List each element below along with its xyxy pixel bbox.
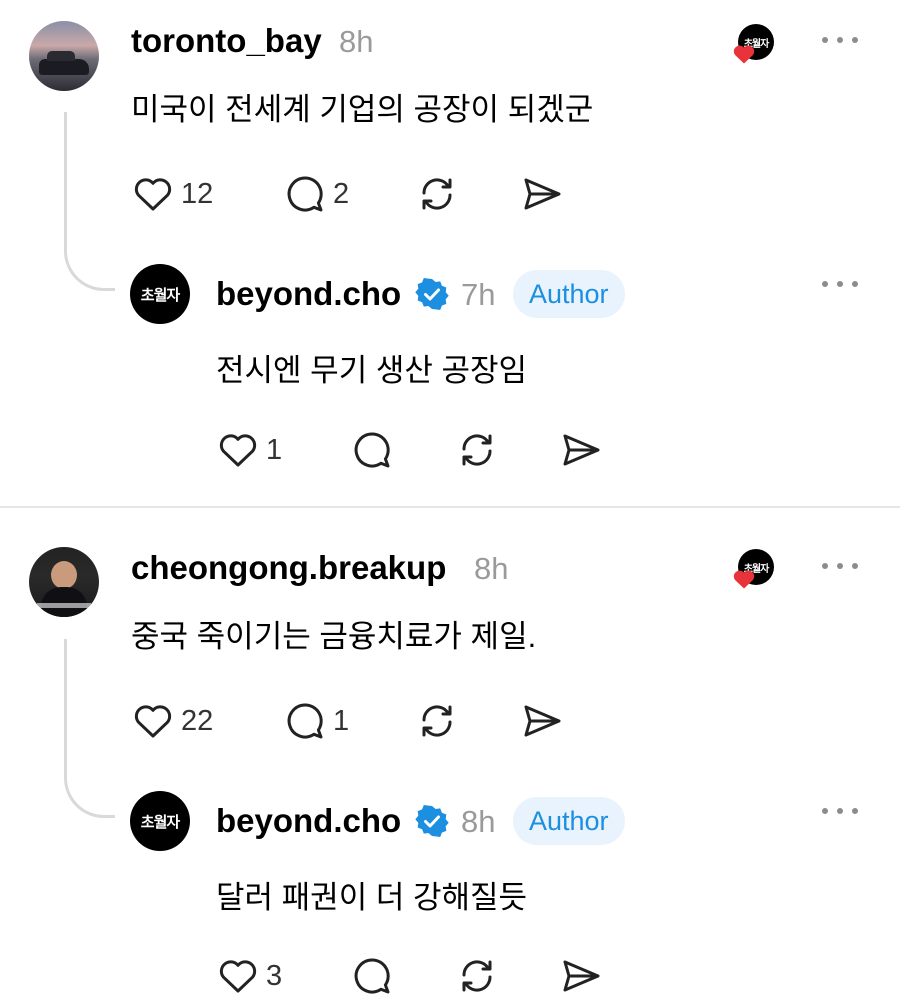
reply-count: 2 — [333, 177, 350, 210]
verified-icon — [415, 278, 449, 310]
like-button[interactable]: 1 — [216, 428, 282, 472]
timestamp: 8h — [461, 804, 496, 839]
timestamp: 8h — [339, 24, 374, 59]
repost-icon — [462, 960, 492, 992]
car-image — [39, 51, 89, 75]
comment-text: 달러 패권이 더 강해질듯 — [216, 880, 528, 915]
like-count: 22 — [181, 704, 214, 737]
avatar[interactable] — [29, 547, 99, 617]
send-icon — [563, 960, 600, 992]
heart-icon — [134, 705, 172, 738]
repost-icon — [462, 434, 492, 466]
author-logo-text: 초월자 — [140, 813, 180, 831]
verified-icon — [415, 805, 449, 837]
comment-icon — [287, 176, 323, 212]
like-count: 12 — [181, 177, 214, 210]
send-icon — [524, 178, 561, 210]
more-options-icon[interactable] — [822, 561, 858, 571]
reply-button[interactable]: 2 — [283, 172, 349, 216]
like-count: 1 — [266, 433, 283, 466]
username[interactable]: beyond.cho — [216, 275, 401, 313]
repost-button[interactable] — [415, 699, 459, 743]
reply-count: 1 — [333, 704, 350, 737]
like-count: 3 — [266, 959, 283, 992]
reply-button[interactable] — [350, 954, 394, 998]
repost-button[interactable] — [415, 172, 459, 216]
comment-text: 미국이 전세계 기업의 공장이 되겠군 — [131, 92, 594, 127]
username[interactable]: beyond.cho — [216, 802, 401, 840]
send-icon — [563, 434, 600, 466]
comment-text: 전시엔 무기 생산 공장임 — [216, 353, 528, 388]
liked-by-author-badge: 초월자 — [732, 549, 774, 589]
timestamp: 7h — [461, 277, 496, 312]
heart-icon — [134, 178, 172, 211]
author-logo-text: 초월자 — [140, 286, 180, 304]
author-badge: Author — [513, 797, 625, 845]
share-button[interactable] — [520, 699, 564, 743]
repost-button[interactable] — [455, 428, 499, 472]
reply-button[interactable]: 1 — [283, 699, 349, 743]
comment-icon — [287, 703, 323, 739]
author-avatar[interactable]: 초월자 — [130, 264, 190, 324]
comment-icon — [354, 958, 390, 994]
share-button[interactable] — [559, 954, 603, 998]
avatar[interactable] — [29, 21, 99, 91]
reply-button[interactable] — [350, 428, 394, 472]
author-badge: Author — [513, 270, 625, 318]
more-options-icon[interactable] — [822, 35, 858, 45]
thread-divider — [0, 506, 900, 508]
liked-by-author-badge: 초월자 — [732, 24, 774, 64]
repost-button[interactable] — [455, 954, 499, 998]
comment-icon — [354, 432, 390, 468]
share-button[interactable] — [559, 428, 603, 472]
author-avatar[interactable]: 초월자 — [130, 791, 190, 851]
like-button[interactable]: 12 — [131, 172, 213, 216]
person-image — [51, 561, 77, 589]
more-options-icon[interactable] — [822, 279, 858, 289]
like-button[interactable]: 3 — [216, 954, 282, 998]
heart-filled-icon — [733, 45, 755, 64]
comment-thread: toronto_bay 8h 초월자 미국이 전세계 기업의 공장이 되겠군 1… — [0, 0, 900, 505]
heart-icon — [219, 434, 257, 467]
like-button[interactable]: 22 — [131, 699, 213, 743]
username[interactable]: cheongong.breakup — [131, 549, 446, 587]
timestamp: 8h — [474, 551, 509, 586]
send-icon — [524, 705, 561, 737]
repost-icon — [422, 705, 452, 737]
username[interactable]: toronto_bay — [131, 22, 322, 60]
thread-connector-line — [64, 639, 115, 818]
heart-filled-icon — [733, 570, 755, 589]
heart-icon — [219, 960, 257, 993]
repost-icon — [422, 178, 452, 210]
more-options-icon[interactable] — [822, 806, 858, 816]
comment-thread: cheongong.breakup 8h 초월자 중국 죽이기는 금융치료가 제… — [0, 527, 900, 1006]
share-button[interactable] — [520, 172, 564, 216]
comment-text: 중국 죽이기는 금융치료가 제일. — [131, 619, 537, 654]
thread-connector-line — [64, 112, 115, 291]
